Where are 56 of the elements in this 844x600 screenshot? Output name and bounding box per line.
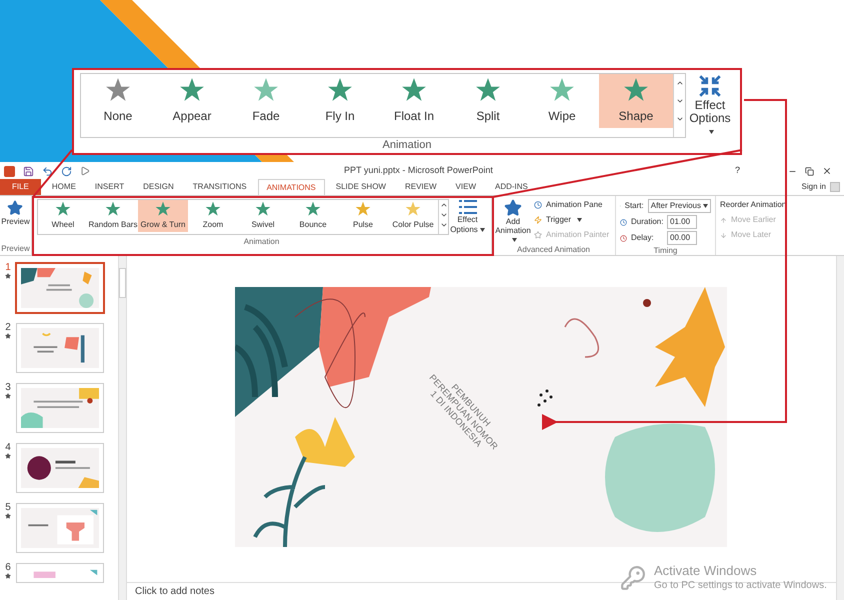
help-button[interactable]: ? [734,164,740,178]
slide-number: 6 [5,562,11,573]
notes-placeholder[interactable]: Click to add notes [135,584,214,599]
animation-effect[interactable]: None [81,74,155,128]
animation-effect[interactable]: Bounce [288,200,338,232]
ribbon-tab[interactable]: HOME [44,179,84,195]
animation-effect[interactable]: Grow & Turn [138,200,188,232]
animation-effect[interactable]: Float In [377,74,451,128]
duration-label: Duration: [631,216,663,228]
ribbon-tab[interactable]: DESIGN [135,179,182,195]
delay-field[interactable]: 00.00 [667,231,697,245]
duration-field[interactable]: 01.00 [667,215,697,229]
animation-effect[interactable]: Color Pulse [388,200,438,232]
group-label: Preview [1,243,30,255]
animation-effect[interactable]: Fly In [303,74,377,128]
slide-number: 2 [5,322,11,333]
effect-options-button[interactable]: Effect Options [686,73,734,138]
animation-effect[interactable]: Split [451,74,525,128]
ribbon-tab[interactable]: INSERT [86,179,132,195]
slide-number: 4 [5,442,11,453]
animation-effect[interactable]: Random Bars [88,200,138,232]
ribbon-tab[interactable]: ADD-INS [487,179,536,195]
slide-number: 5 [5,502,11,513]
animation-effect[interactable]: Appear [155,74,229,128]
animation-effect[interactable]: Zoom [188,200,238,232]
group-label: Advanced Animation [517,244,590,256]
ribbon-tab[interactable]: TRANSITIONS [184,179,255,195]
animation-effect[interactable]: Fade [229,74,303,128]
animation-effect[interactable]: Wipe [525,74,599,128]
ribbon-tab[interactable]: ANIMATIONS [258,179,325,195]
sign-in-link[interactable]: Sign in [802,181,826,193]
animation-effect[interactable]: Pulse [338,200,388,232]
delay-label: Delay: [631,232,655,244]
start-dropdown[interactable]: After Previous [648,199,711,213]
slide-number: 3 [5,382,11,393]
activation-message: Go to PC settings to activate Windows. [654,579,827,593]
trigger-button[interactable]: Trigger [534,214,610,226]
group-label: Animation [382,139,432,152]
preview-button[interactable]: Preview [1,196,30,243]
group-label: Timing [654,245,678,257]
add-animation-button[interactable]: Add Animation [496,199,530,244]
reorder-label: Reorder Animation [720,199,786,211]
animation-effect[interactable]: Wheel [38,200,88,232]
ribbon-tab[interactable]: VIEW [448,179,484,195]
animation-pane-button[interactable]: Animation Pane [534,199,610,211]
activation-title: Activate Windows [654,563,758,578]
ribbon-tab[interactable]: REVIEW [396,179,445,195]
ribbon-tab[interactable]: FILE [0,179,41,195]
effect-options-button[interactable]: Effect Options [449,199,486,235]
ribbon-tab[interactable]: SLIDE SHOW [328,179,394,195]
group-label: Animation [244,236,280,248]
animation-effect[interactable]: Shape [599,74,673,128]
start-label: Start: [624,200,644,212]
window-title: PPT yuni.pptx - Microsoft PowerPoint [344,164,493,178]
slide-number: 1 [5,262,11,273]
animation-effect[interactable]: Swivel [238,200,288,232]
